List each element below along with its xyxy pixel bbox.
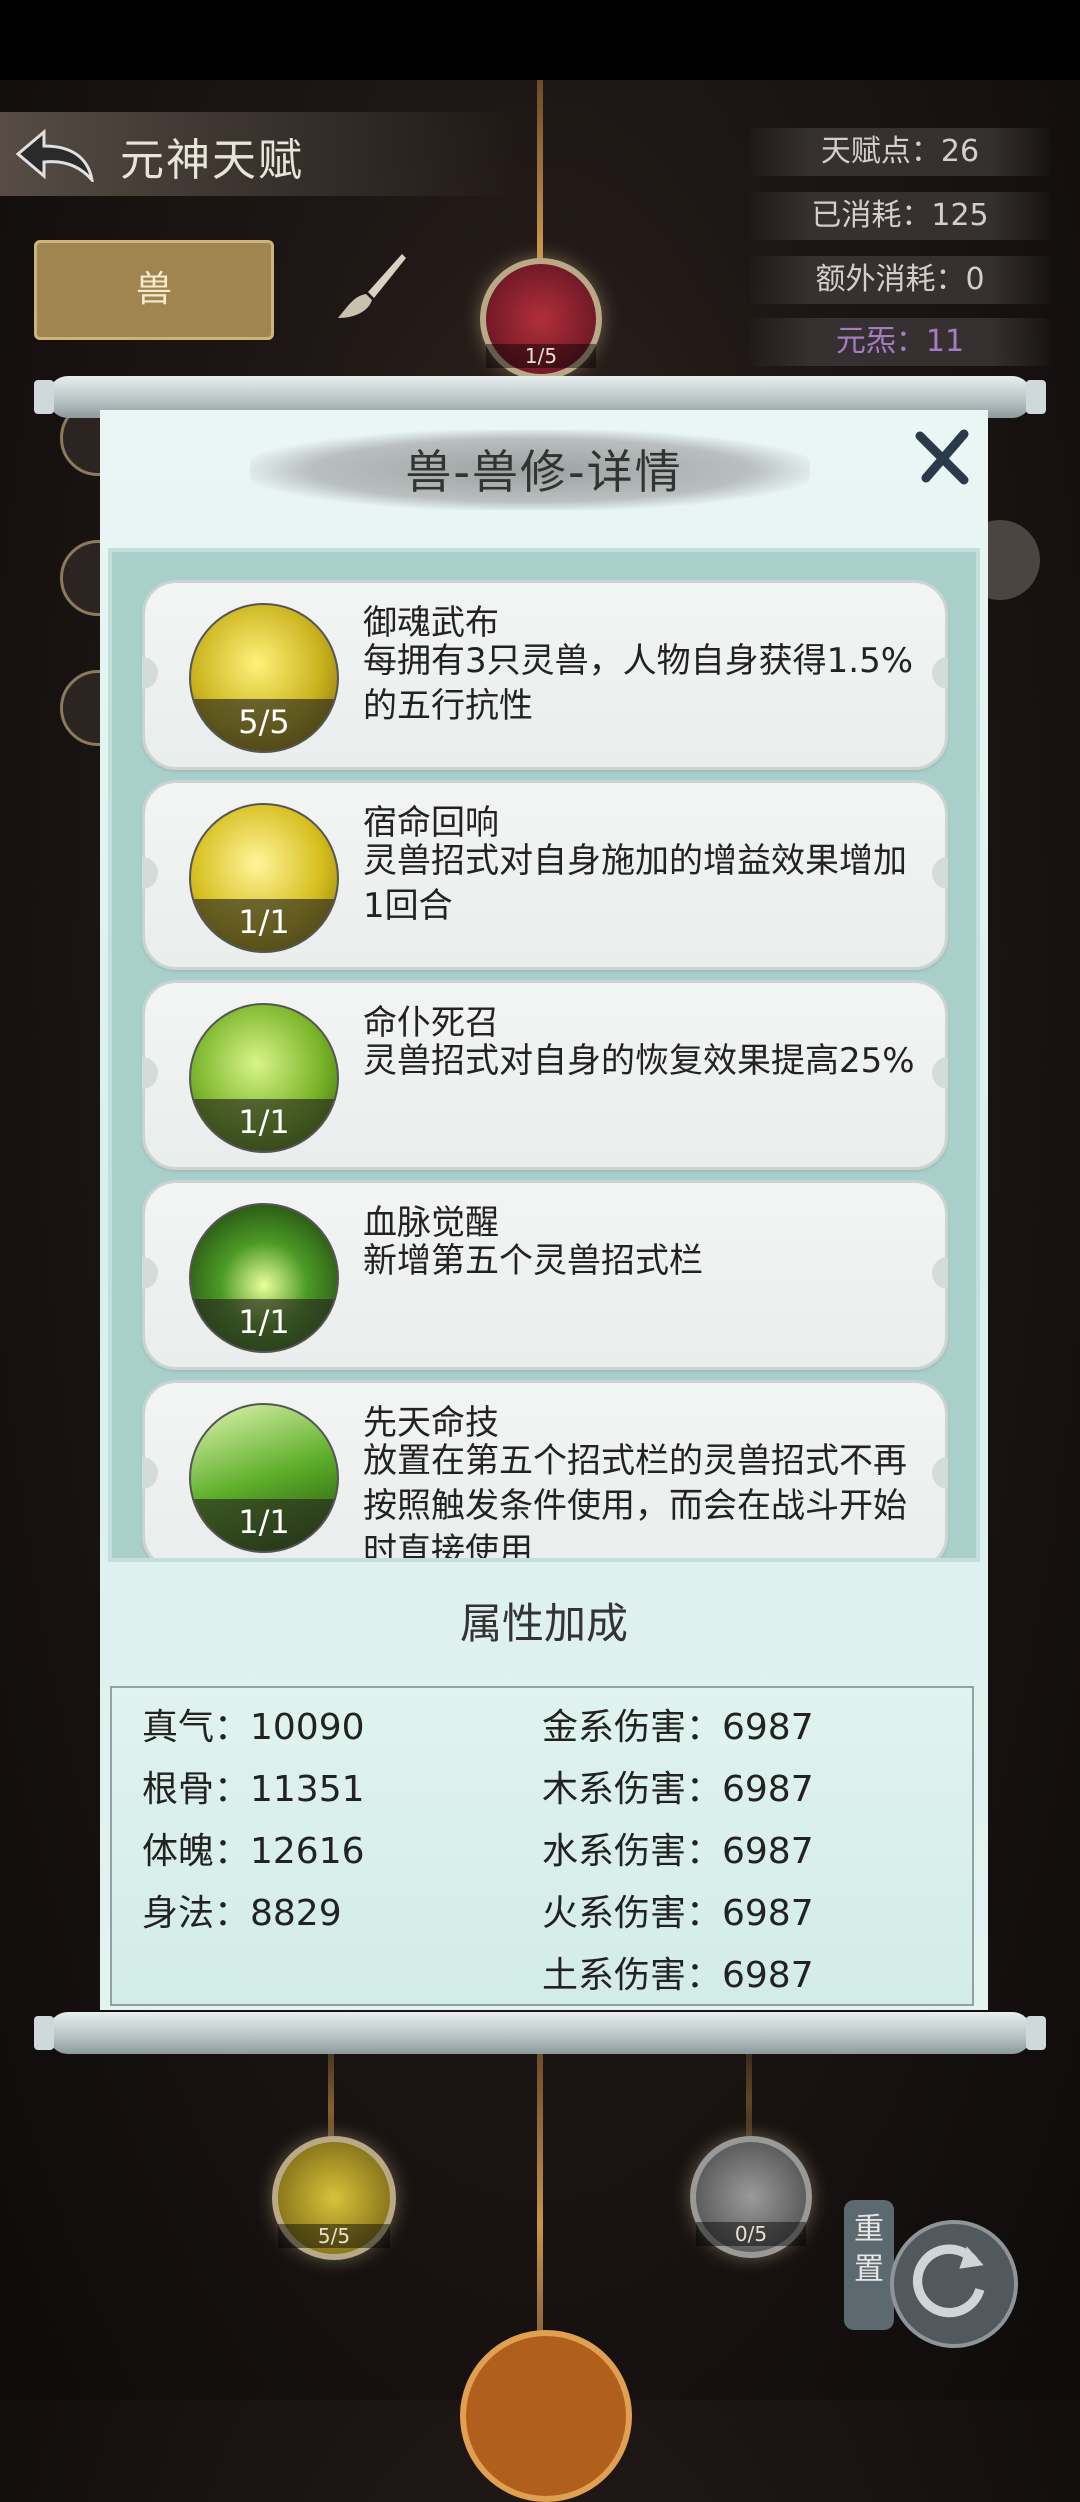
skill-icon: 1/1 bbox=[189, 1203, 339, 1353]
skill-icon: 1/1 bbox=[189, 803, 339, 953]
detail-dialog: 兽-兽修-详情 5/5 御魂武布 每拥有3只灵兽，人物自身获得1.5%的五行抗性… bbox=[100, 410, 988, 2010]
close-icon[interactable] bbox=[912, 428, 972, 488]
attribute-right: 金系伤害：6987 bbox=[542, 1707, 814, 1748]
element-stat: 元炁：11 bbox=[750, 318, 1050, 366]
skill-name: 血脉觉醒 bbox=[363, 1203, 499, 1243]
skill-name: 先天命技 bbox=[363, 1403, 499, 1443]
brush-icon[interactable] bbox=[330, 248, 410, 328]
top-bar: 元神天赋 bbox=[0, 112, 520, 196]
skill-card[interactable]: 1/1 血脉觉醒 新增第五个灵兽招式栏 bbox=[142, 1180, 948, 1370]
attribute-right: 木系伤害：6987 bbox=[542, 1769, 814, 1810]
skill-icon: 5/5 bbox=[189, 603, 339, 753]
tab-beast[interactable]: 兽 bbox=[34, 240, 274, 340]
tree-line bbox=[746, 2050, 752, 2150]
attributes-box: 真气：10090 根骨：11351 体魄：12616 身法：8829 金系伤害：… bbox=[110, 1686, 974, 2006]
attribute-left: 根骨：11351 bbox=[142, 1769, 365, 1810]
skill-icon: 1/1 bbox=[189, 1403, 339, 1553]
attribute-right: 水系伤害：6987 bbox=[542, 1831, 814, 1872]
reset-icon bbox=[912, 2244, 985, 2318]
talent-node-bottom[interactable] bbox=[460, 2330, 632, 2502]
attribute-right: 火系伤害：6987 bbox=[542, 1893, 814, 1934]
skill-level: 1/1 bbox=[191, 1099, 337, 1151]
skill-level: 1/1 bbox=[191, 1299, 337, 1351]
node-count: 5/5 bbox=[278, 2224, 390, 2248]
skill-icon: 1/1 bbox=[189, 1003, 339, 1153]
page-title: 元神天赋 bbox=[120, 135, 304, 186]
skill-card[interactable]: 1/1 先天命技 放置在第五个招式栏的灵兽招式不再按照触发条件使用，而会在战斗开… bbox=[142, 1380, 948, 1562]
node-count: 1/5 bbox=[486, 344, 596, 368]
skill-description: 灵兽招式对自身的恢复效果提高25% bbox=[363, 1041, 915, 1081]
skill-name: 宿命回响 bbox=[363, 803, 499, 843]
attributes-title: 属性加成 bbox=[459, 1599, 628, 1648]
skill-card[interactable]: 5/5 御魂武布 每拥有3只灵兽，人物自身获得1.5%的五行抗性 bbox=[142, 580, 948, 770]
talent-node-top[interactable]: 1/5 bbox=[480, 258, 602, 380]
scroll-rod-bottom bbox=[34, 2012, 1046, 2054]
node-count: 0/5 bbox=[696, 2222, 806, 2246]
skill-list[interactable]: 5/5 御魂武布 每拥有3只灵兽，人物自身获得1.5%的五行抗性 1/1 宿命回… bbox=[108, 548, 980, 1562]
attribute-left: 真气：10090 bbox=[142, 1707, 365, 1748]
skill-level: 1/1 bbox=[191, 1499, 337, 1551]
attribute-left: 体魄：12616 bbox=[142, 1831, 365, 1872]
extra-consumed-stat: 额外消耗：0 bbox=[750, 256, 1050, 304]
reset-button[interactable] bbox=[890, 2220, 1018, 2348]
skill-level: 1/1 bbox=[191, 899, 337, 951]
talent-node-bottom-left[interactable]: 5/5 bbox=[272, 2136, 396, 2260]
attribute-right: 土系伤害：6987 bbox=[542, 1955, 814, 1996]
skill-description: 每拥有3只灵兽，人物自身获得1.5%的五行抗性 bbox=[363, 641, 914, 726]
skill-description: 新增第五个灵兽招式栏 bbox=[363, 1241, 703, 1281]
skill-card[interactable]: 1/1 宿命回响 灵兽招式对自身施加的增益效果增加1回合 bbox=[142, 780, 948, 970]
skill-name: 御魂武布 bbox=[363, 603, 499, 643]
talent-node-bottom-right[interactable]: 0/5 bbox=[690, 2136, 812, 2258]
dialog-title: 兽-兽修-详情 bbox=[405, 445, 683, 499]
skill-card[interactable]: 1/1 命仆死召 灵兽招式对自身的恢复效果提高25% bbox=[142, 980, 948, 1170]
attribute-left: 身法：8829 bbox=[142, 1893, 342, 1934]
skill-level: 5/5 bbox=[191, 699, 337, 751]
back-arrow-icon[interactable] bbox=[14, 126, 96, 182]
talent-points-stat: 天赋点：26 bbox=[750, 128, 1050, 176]
consumed-stat: 已消耗：125 bbox=[750, 192, 1050, 240]
skill-description: 放置在第五个招式栏的灵兽招式不再按照触发条件使用，而会在战斗开始时直接使用 bbox=[363, 1441, 907, 1562]
status-bar bbox=[0, 0, 1080, 80]
skill-description: 灵兽招式对自身施加的增益效果增加1回合 bbox=[363, 841, 907, 926]
reset-label[interactable]: 重置 bbox=[844, 2200, 894, 2330]
skill-name: 命仆死召 bbox=[363, 1003, 499, 1043]
